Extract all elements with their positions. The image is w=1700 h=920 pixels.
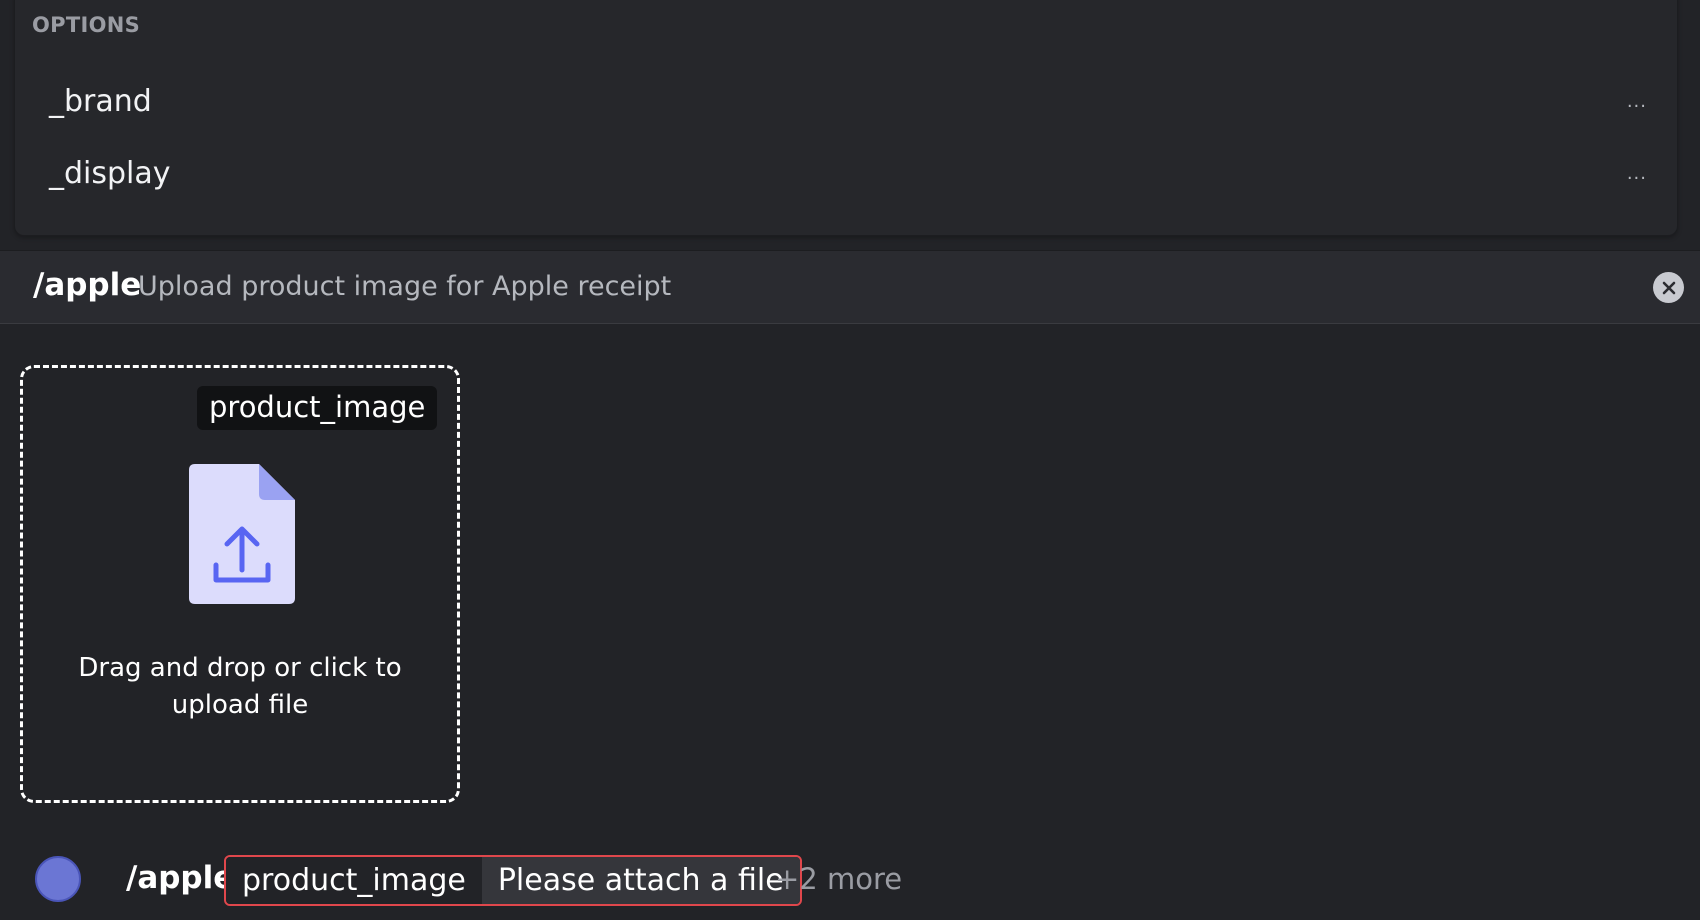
close-icon[interactable] [1653,272,1684,303]
field-label-tag: product_image [197,386,438,430]
option-more-icon[interactable]: ... [1627,163,1647,184]
upload-hint: Drag and drop or click to upload file [23,650,457,724]
command-description: Upload product image for Apple receipt [138,271,672,302]
upload-hint-line1: Drag and drop or click to [78,653,402,683]
parameter-pill[interactable]: product_image Please attach a file [224,855,802,906]
command-name: /apple [33,267,142,303]
option-item-display[interactable]: _display ... [15,141,1677,205]
file-upload-icon [189,464,295,604]
file-upload-dropzone[interactable]: product_image Drag and drop or click to … [20,365,460,803]
option-label: _display [49,155,171,191]
command-header: /apple Upload product image for Apple re… [0,250,1700,324]
composer-command: /apple [126,860,235,896]
option-more-icon[interactable]: ... [1627,91,1647,112]
avatar [35,856,81,902]
message-composer[interactable]: /apple product_image Please attach a fil… [0,846,1700,916]
options-header: OPTIONS [32,13,141,37]
parameter-value[interactable]: Please attach a file [481,857,800,904]
option-label: _brand [49,83,152,119]
options-panel: OPTIONS _brand ... _display ... [14,0,1678,236]
parameter-name: product_image [226,857,482,904]
option-item-brand[interactable]: _brand ... [15,69,1677,133]
more-params-count[interactable]: +2 more [775,862,902,896]
upload-hint-line2: upload file [171,690,309,720]
